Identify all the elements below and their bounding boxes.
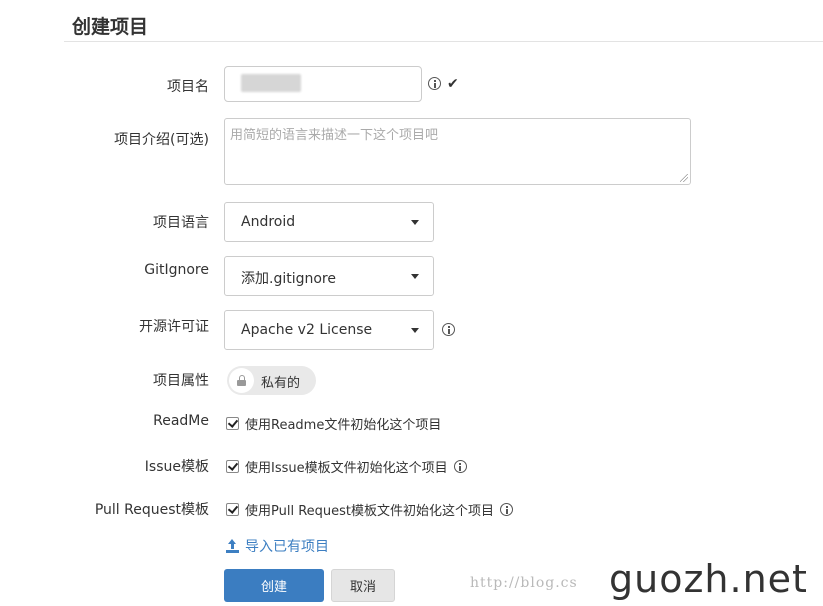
issue-template-checkbox[interactable] (226, 460, 239, 473)
gitignore-label: GitIgnore (144, 262, 209, 278)
issue-template-checkbox-label[interactable]: 使用Issue模板文件初始化这个项目 (245, 457, 448, 476)
resize-handle-icon[interactable] (680, 174, 688, 182)
visibility-value: 私有的 (261, 376, 301, 391)
pr-template-label: Pull Request模板 (94, 502, 209, 518)
license-selected: Apache v2 License (241, 322, 373, 338)
caret-down-icon (411, 220, 419, 225)
import-project-link[interactable]: 导入已有项目 (226, 536, 329, 556)
readme-label: ReadMe (153, 413, 209, 429)
visibility-toggle[interactable]: 私有的 (227, 366, 316, 395)
language-selected: Android (241, 214, 296, 230)
title-divider (64, 41, 823, 42)
info-icon[interactable] (500, 503, 514, 516)
project-name-input[interactable] (224, 66, 422, 102)
project-name-label: 项目名 (167, 79, 209, 95)
language-label: 项目语言 (153, 215, 209, 231)
info-icon[interactable] (428, 77, 441, 90)
import-project-label[interactable]: 导入已有项目 (245, 536, 329, 556)
issue-template-label: Issue模板 (144, 459, 209, 475)
readme-option[interactable]: 使用Readme文件初始化这个项目 (226, 414, 441, 433)
description-textarea[interactable]: 用简短的语言来描述一下这个项目吧 (224, 118, 691, 185)
create-button[interactable]: 创建 (224, 569, 324, 602)
readme-checkbox[interactable] (226, 417, 239, 430)
readme-checkbox-label[interactable]: 使用Readme文件初始化这个项目 (245, 414, 441, 433)
watermark-logo: guozh.net (609, 557, 808, 601)
page-title: 创建项目 (72, 16, 149, 38)
pr-template-option[interactable]: 使用Pull Request模板文件初始化这个项目 (226, 500, 514, 519)
info-icon[interactable] (453, 460, 467, 473)
pr-template-checkbox[interactable] (226, 503, 239, 516)
lock-icon (237, 375, 246, 386)
issue-template-option[interactable]: 使用Issue模板文件初始化这个项目 (226, 457, 467, 476)
info-icon[interactable] (442, 323, 455, 336)
description-label: 项目介绍(可选) (114, 132, 209, 148)
cancel-button[interactable]: 取消 (331, 569, 395, 602)
visibility-label: 项目属性 (153, 373, 209, 389)
lock-toggle-knob (229, 368, 254, 393)
description-placeholder: 用简短的语言来描述一下这个项目吧 (230, 128, 439, 143)
license-select[interactable]: Apache v2 License (224, 310, 434, 350)
license-label: 开源许可证 (139, 319, 209, 335)
watermark-url: http://blog.cs (470, 575, 578, 591)
gitignore-selected: 添加.gitignore (241, 271, 336, 287)
redacted-value (241, 74, 301, 92)
gitignore-select[interactable]: 添加.gitignore (224, 256, 434, 296)
pr-template-checkbox-label[interactable]: 使用Pull Request模板文件初始化这个项目 (245, 500, 494, 519)
check-icon: ✔ (447, 76, 459, 92)
language-select[interactable]: Android (224, 202, 434, 242)
caret-down-icon (411, 328, 419, 333)
upload-icon (226, 539, 239, 553)
caret-down-icon (411, 274, 419, 279)
